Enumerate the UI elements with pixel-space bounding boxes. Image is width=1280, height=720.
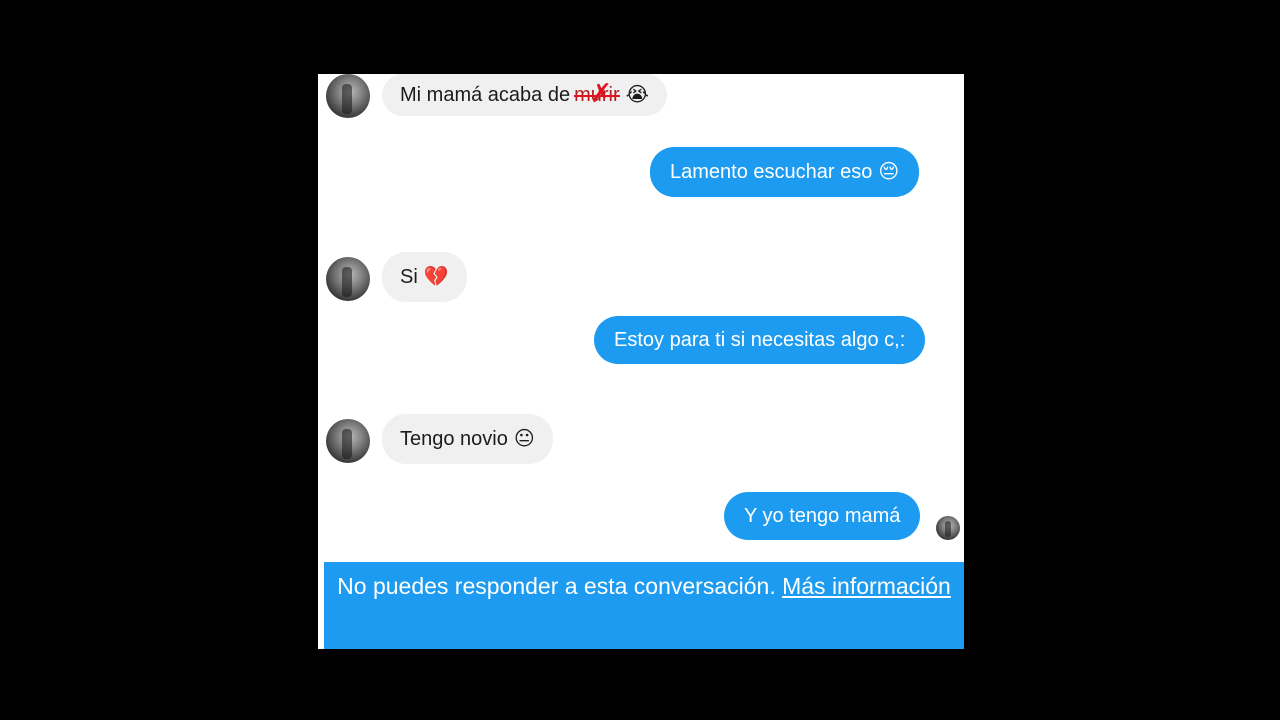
reply-disabled-banner: No puedes responder a esta conversación.… (324, 562, 964, 649)
pensive-face-icon: 😔 (878, 161, 900, 183)
incoming-message: Si 💔 (382, 252, 467, 302)
incoming-message: Tengo novio 😐 (382, 414, 553, 464)
banner-notice: No puedes responder a esta conversación. (337, 573, 776, 599)
incoming-message: Mi mamá acaba de murir ✗ 😭 (382, 74, 667, 116)
struck-word: murir ✗ (574, 78, 620, 108)
red-x-icon: ✗ (590, 78, 612, 108)
outgoing-message: Lamento escuchar eso 😔 (650, 147, 920, 197)
message-text: Y yo tengo mamá (744, 505, 901, 527)
contact-avatar[interactable] (326, 419, 370, 463)
message-text: Lamento escuchar eso (670, 161, 873, 183)
more-info-link[interactable]: Más información (782, 573, 951, 599)
neutral-face-icon: 😐 (513, 428, 535, 450)
message-text: Tengo novio (400, 428, 508, 450)
message-text: Estoy para ti si necesitas algo c,: (614, 329, 906, 351)
broken-heart-icon: 💔 (423, 266, 449, 288)
message-text: Si (400, 266, 418, 288)
contact-avatar[interactable] (326, 74, 370, 118)
outgoing-message: Y yo tengo mamá (724, 492, 921, 540)
crying-face-icon: 😭 (625, 84, 649, 106)
chat-panel: Mi mamá acaba de murir ✗ 😭 Lamento escuc… (318, 74, 964, 649)
outgoing-message: Estoy para ti si necesitas algo c,: (594, 316, 926, 364)
message-text: Mi mamá acaba de (400, 84, 571, 106)
seen-avatar (936, 516, 960, 540)
contact-avatar[interactable] (326, 257, 370, 301)
